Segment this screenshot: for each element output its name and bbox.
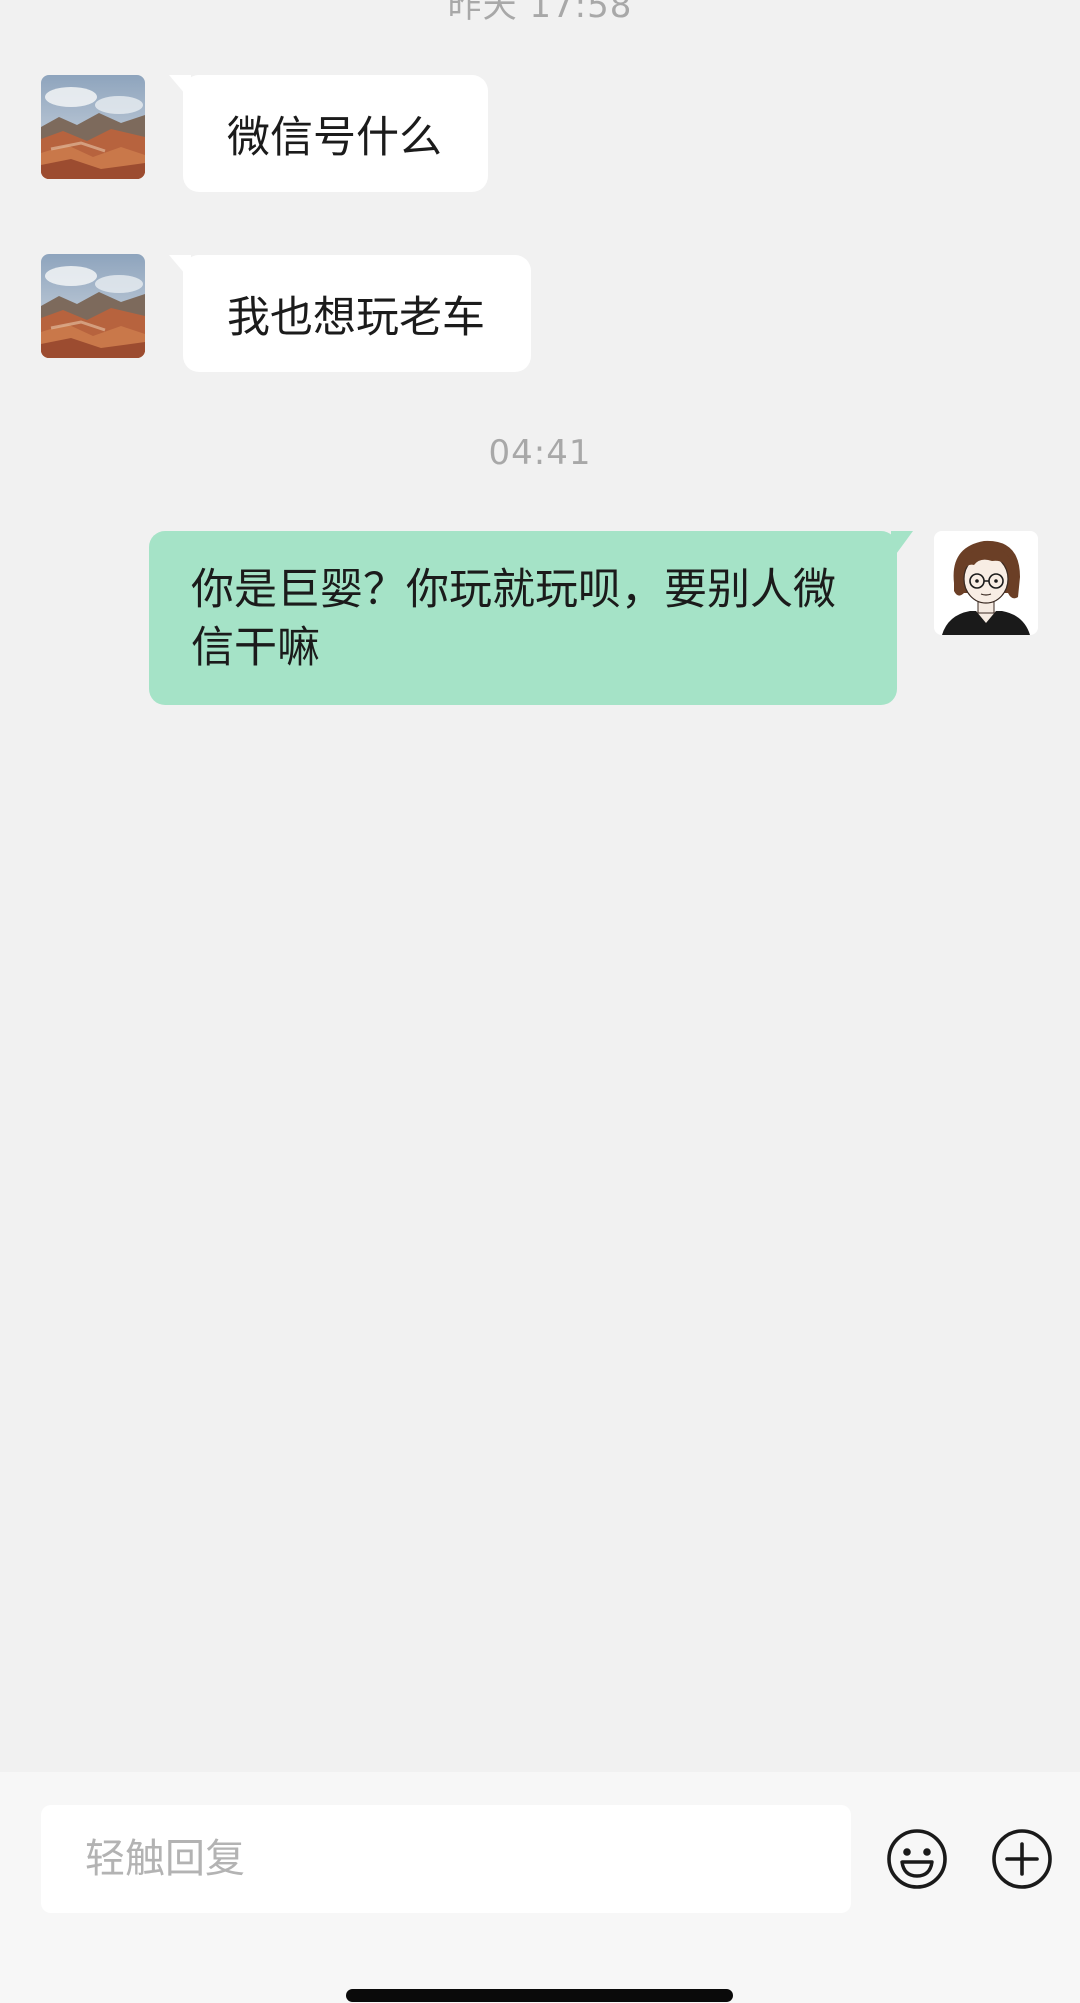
incoming-message-bubble[interactable]: 我也想玩老车	[169, 255, 531, 372]
plus-button[interactable]	[990, 1827, 1054, 1891]
reply-input[interactable]	[41, 1805, 851, 1913]
outgoing-message-bubble[interactable]: 你是巨婴？你玩就玩呗，要别人微信干嘛	[149, 531, 913, 705]
message-text: 微信号什么	[227, 113, 442, 163]
timestamp-mid: 04:41	[488, 433, 592, 473]
home-indicator	[346, 1989, 733, 2002]
message-text: 我也想玩老车	[227, 293, 485, 343]
emoji-button[interactable]	[885, 1827, 949, 1891]
plus-icon	[992, 1829, 1052, 1889]
landscape-avatar-image	[41, 254, 145, 358]
input-bar	[0, 1772, 1080, 2003]
message-text: 你是巨婴？你玩就玩呗，要别人微信干嘛	[191, 565, 836, 673]
contact-avatar[interactable]	[41, 254, 145, 358]
timestamp-top: 昨天 17:58	[447, 0, 633, 26]
contact-avatar[interactable]	[41, 75, 145, 179]
landscape-avatar-image	[41, 75, 145, 179]
my-avatar[interactable]	[934, 531, 1038, 635]
incoming-message-bubble[interactable]: 微信号什么	[169, 75, 488, 192]
emoji-icon	[887, 1829, 947, 1889]
cartoon-avatar-image	[934, 531, 1038, 635]
chat-area[interactable]: 昨天 17:58 微信号什么 我也想玩老车 04:41 你是巨婴？你玩就玩呗，要…	[0, 0, 1080, 1772]
